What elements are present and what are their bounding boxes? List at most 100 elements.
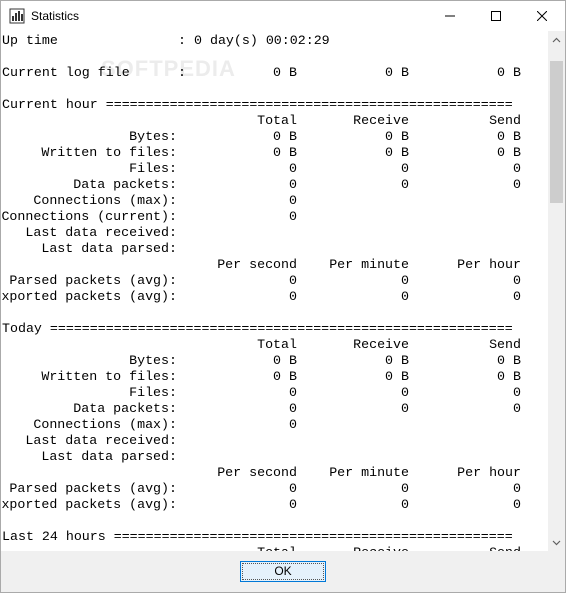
stat-value-receive: 0 B bbox=[385, 369, 409, 384]
column-header-send: Send bbox=[489, 113, 521, 128]
rate-label: Exported packets (avg): bbox=[1, 289, 177, 304]
column-headers-row: Total Receive Send bbox=[1, 113, 541, 129]
scroll-down-button[interactable] bbox=[548, 534, 565, 551]
scrollbar-thumb[interactable] bbox=[550, 61, 563, 203]
rate-value: 0 bbox=[401, 289, 409, 304]
stat-value-total: 0 bbox=[289, 161, 297, 176]
stat-value-total: 0 bbox=[289, 385, 297, 400]
rate-header: Per hour bbox=[457, 257, 521, 272]
section-header: Current hour ===========================… bbox=[1, 97, 541, 113]
section-header-text: Last 24 hours ==========================… bbox=[2, 529, 513, 544]
stat-label: Data packets: bbox=[73, 177, 177, 192]
vertical-scrollbar[interactable] bbox=[548, 31, 565, 551]
stat-value-receive: 0 bbox=[401, 401, 409, 416]
stat-value-total: 0 bbox=[289, 177, 297, 192]
log-file-send: 0 B bbox=[497, 65, 521, 80]
scroll-up-button[interactable] bbox=[548, 31, 565, 48]
rate-header: Per second bbox=[217, 465, 297, 480]
rate-row: Parsed packets (avg): 0 0 0 bbox=[1, 481, 541, 497]
stat-label: Last data parsed: bbox=[41, 449, 177, 464]
section-header-text: Today ==================================… bbox=[2, 321, 513, 336]
statistics-text-area[interactable]: SOFTPEDIA Up time : 0 day(s) 00:02:29 Cu… bbox=[1, 31, 549, 551]
stat-label: Last data parsed: bbox=[41, 241, 177, 256]
stat-row: Last data parsed: bbox=[1, 241, 541, 257]
stat-value-receive: 0 B bbox=[385, 353, 409, 368]
stat-label: Connections (current): bbox=[1, 209, 177, 224]
rate-value: 0 bbox=[401, 481, 409, 496]
stat-row: Bytes: 0 B 0 B 0 B bbox=[1, 129, 541, 145]
title-bar: Statistics bbox=[1, 1, 565, 31]
rate-value: 0 bbox=[289, 273, 297, 288]
stat-row: Bytes: 0 B 0 B 0 B bbox=[1, 353, 541, 369]
stat-value-receive: 0 bbox=[401, 385, 409, 400]
stat-value-send: 0 B bbox=[497, 129, 521, 144]
log-file-label: Current log file bbox=[2, 65, 130, 80]
rate-row: Exported packets (avg): 0 0 0 bbox=[1, 497, 541, 513]
stat-value-send: 0 B bbox=[497, 353, 521, 368]
rate-label: Parsed packets (avg): bbox=[9, 273, 177, 288]
dialog-footer: OK bbox=[1, 551, 565, 592]
uptime-value: 0 day(s) 00:02:29 bbox=[194, 33, 330, 48]
stat-value-total: 0 bbox=[289, 417, 297, 432]
chevron-down-icon bbox=[552, 540, 561, 545]
stat-label: Connections (max): bbox=[33, 193, 177, 208]
rate-header: Per hour bbox=[457, 465, 521, 480]
ok-button[interactable]: OK bbox=[240, 561, 326, 582]
stat-value-total: 0 bbox=[289, 193, 297, 208]
uptime-sep: : bbox=[178, 33, 186, 48]
stat-value-receive: 0 bbox=[401, 177, 409, 192]
rate-value: 0 bbox=[513, 273, 521, 288]
log-file-sep: : bbox=[178, 65, 186, 80]
app-icon bbox=[9, 8, 25, 24]
close-button[interactable] bbox=[519, 1, 565, 31]
uptime-label: Up time bbox=[2, 33, 58, 48]
close-icon bbox=[537, 11, 547, 21]
stat-value-send: 0 B bbox=[497, 369, 521, 384]
log-file-total: 0 B bbox=[273, 65, 297, 80]
ok-button-label: OK bbox=[274, 564, 292, 578]
column-header-total: Total bbox=[257, 113, 297, 128]
maximize-button[interactable] bbox=[473, 1, 519, 31]
uptime-row: Up time : 0 day(s) 00:02:29 bbox=[1, 33, 541, 49]
stat-value-send: 0 bbox=[513, 385, 521, 400]
stat-label: Written to files: bbox=[41, 369, 177, 384]
rate-headers-row: Per second Per minute Per hour bbox=[1, 257, 541, 273]
maximize-icon bbox=[491, 11, 501, 21]
stat-value-send: 0 bbox=[513, 177, 521, 192]
rate-value: 0 bbox=[513, 497, 521, 512]
rate-value: 0 bbox=[289, 481, 297, 496]
stat-value-total: 0 B bbox=[273, 145, 297, 160]
rate-value: 0 bbox=[401, 273, 409, 288]
rate-header: Per minute bbox=[329, 257, 409, 272]
stat-value-receive: 0 B bbox=[385, 129, 409, 144]
stat-value-total: 0 B bbox=[273, 353, 297, 368]
stat-value-send: 0 bbox=[513, 161, 521, 176]
stat-row: Data packets: 0 0 0 bbox=[1, 177, 541, 193]
log-file-receive: 0 B bbox=[385, 65, 409, 80]
stat-row: Last data received: bbox=[1, 433, 541, 449]
stat-value-total: 0 bbox=[289, 209, 297, 224]
stat-value-receive: 0 bbox=[401, 161, 409, 176]
column-header-total: Total bbox=[257, 337, 297, 352]
rate-header: Per minute bbox=[329, 465, 409, 480]
rate-header: Per second bbox=[217, 257, 297, 272]
window-title: Statistics bbox=[31, 9, 80, 23]
stat-row: Last data parsed: bbox=[1, 449, 541, 465]
column-headers-row: Total Receive Send bbox=[1, 337, 541, 353]
rate-label: Parsed packets (avg): bbox=[9, 481, 177, 496]
rate-headers-row: Per second Per minute Per hour bbox=[1, 465, 541, 481]
column-header-send: Send bbox=[489, 337, 521, 352]
rate-value: 0 bbox=[289, 497, 297, 512]
rate-value: 0 bbox=[289, 289, 297, 304]
stat-label: Files: bbox=[129, 385, 177, 400]
stat-label: Last data received: bbox=[25, 225, 177, 240]
column-header-receive: Receive bbox=[353, 337, 409, 352]
stat-label: Files: bbox=[129, 161, 177, 176]
stat-value-total: 0 bbox=[289, 401, 297, 416]
statistics-window: Statistics SOFTPEDIA Up time : 0 day(s) … bbox=[0, 0, 566, 593]
stat-value-total: 0 B bbox=[273, 369, 297, 384]
section-header: Last 24 hours ==========================… bbox=[1, 529, 541, 545]
minimize-button[interactable] bbox=[427, 1, 473, 31]
stat-label: Connections (max): bbox=[33, 417, 177, 432]
rate-value: 0 bbox=[513, 289, 521, 304]
